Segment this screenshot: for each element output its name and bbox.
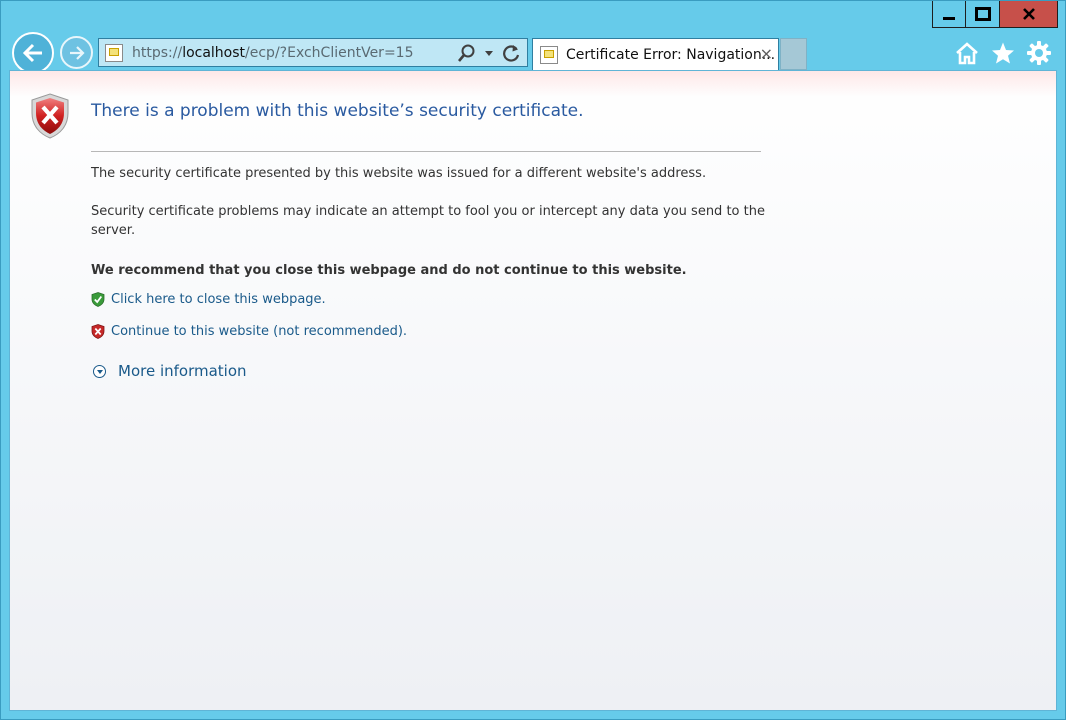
toolbar-icons: [953, 39, 1053, 67]
favorites-button[interactable]: [989, 39, 1017, 67]
url-host: localhost: [182, 44, 246, 61]
recommendation-text: We recommend that you close this webpage…: [91, 263, 687, 278]
url-path: /ecp/?ExchClientVer=15: [245, 44, 414, 61]
maximize-icon: [974, 7, 991, 21]
new-tab-button[interactable]: [780, 38, 807, 70]
maximize-button[interactable]: [966, 1, 1000, 28]
warning-text: Security certificate problems may indica…: [91, 204, 765, 238]
window-controls: [932, 1, 1058, 29]
tab-favicon-icon: [540, 45, 558, 64]
back-button[interactable]: [12, 32, 54, 74]
continue-website-link[interactable]: Continue to this website (not recommende…: [91, 324, 407, 339]
page-content: There is a problem with this website’s s…: [9, 70, 1057, 711]
forward-button[interactable]: [60, 36, 93, 69]
refresh-icon[interactable]: [501, 43, 521, 63]
more-information-label: More information: [118, 362, 247, 380]
url-prefix: https://: [132, 44, 183, 61]
page-title: There is a problem with this website’s s…: [91, 101, 584, 121]
browser-window: https://localhost/ecp/?ExchClientVer=15 …: [0, 0, 1066, 720]
url-text[interactable]: https://localhost/ecp/?ExchClientVer=15: [132, 45, 413, 61]
back-arrow-icon: [22, 43, 42, 63]
tab-certificate-error[interactable]: Certificate Error: Navigation... ×: [532, 38, 779, 70]
tab-close-button[interactable]: ×: [760, 45, 773, 63]
dropdown-icon[interactable]: [483, 47, 495, 59]
top-shading: [10, 71, 1056, 97]
site-favicon-icon: [105, 43, 123, 62]
home-icon: [956, 42, 978, 65]
home-button[interactable]: [953, 39, 981, 67]
close-window-button[interactable]: [1000, 1, 1058, 28]
expand-circle-icon: [93, 364, 106, 378]
divider: [91, 151, 761, 152]
address-bar[interactable]: https://localhost/ecp/?ExchClientVer=15: [98, 38, 528, 67]
close-icon: [1022, 8, 1035, 20]
settings-button[interactable]: [1025, 39, 1053, 67]
red-shield-x-icon: [31, 93, 69, 139]
tab-title: Certificate Error: Navigation...: [566, 46, 776, 63]
forward-arrow-icon: [69, 45, 85, 60]
close-webpage-label: Click here to close this webpage.: [111, 292, 326, 307]
settings-gear-icon: [1027, 41, 1051, 65]
certificate-mismatch-text: The security certificate presented by th…: [91, 166, 707, 181]
minimize-icon: [943, 17, 955, 20]
red-shield-x-small-icon: [91, 324, 105, 339]
minimize-button[interactable]: [932, 1, 966, 28]
continue-website-label: Continue to this website (not recommende…: [111, 324, 408, 339]
close-webpage-link[interactable]: Click here to close this webpage.: [91, 292, 326, 307]
address-bar-actions: [457, 43, 521, 63]
favorites-star-icon: [992, 42, 1014, 64]
green-shield-check-icon: [91, 292, 105, 307]
more-information-toggle[interactable]: More information: [93, 362, 247, 380]
search-icon[interactable]: [457, 43, 477, 63]
